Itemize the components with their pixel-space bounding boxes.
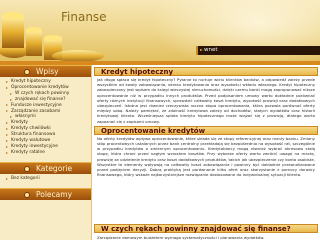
bullet-icon xyxy=(24,191,30,198)
bullet-icon xyxy=(24,165,30,172)
sidebar-heading-label: Wpisy xyxy=(36,67,59,76)
article-body: Zarządzanie domowym budżetem wymaga syst… xyxy=(97,234,265,240)
sidebar-heading-wpisy: Wpisy xyxy=(0,65,91,77)
arrow-right-icon xyxy=(200,49,203,51)
sidebar-list-kategorie: Bez kategorii xyxy=(0,174,91,184)
sidebar-heading-polecamy: Polecamy xyxy=(0,187,91,200)
sidebar: Wpisy Kredyt hipoteczny Oprocentowanie k… xyxy=(0,65,91,240)
article-body: Na oferty kredytów wpływa oprocentowanie… xyxy=(97,135,315,178)
search-label[interactable]: wnet xyxy=(204,46,218,55)
sidebar-heading-kategorie: Kategorie xyxy=(0,161,91,174)
sidebar-list-wpisy: Kredyt hipoteczny Oprocentowanie kredytó… xyxy=(0,77,91,158)
article-body: Jak długo spłaca się kredyt hipoteczny? … xyxy=(97,77,315,124)
sidebar-item-ratalne[interactable]: Kredyty ratalne xyxy=(6,150,91,156)
main-content: Kredyt hipoteczny Jak długo spłaca się k… xyxy=(91,65,320,240)
bullet-icon xyxy=(24,69,30,75)
article-title[interactable]: W czych rękach powinny znajdować się fin… xyxy=(94,224,318,233)
article-title[interactable]: Kredyt hipoteczny xyxy=(94,67,318,76)
article-title[interactable]: Oprocentowanie kredytów xyxy=(94,125,318,135)
sidebar-item-bez-kategorii[interactable]: Bez kategorii xyxy=(6,176,91,182)
site-title[interactable]: Finanse xyxy=(61,10,107,24)
search-bar[interactable]: wnet xyxy=(196,46,320,55)
site-header: Finanse wnet xyxy=(0,0,320,61)
sidebar-heading-label: Kategorie xyxy=(36,163,73,173)
sidebar-heading-label: Polecamy xyxy=(36,189,73,199)
